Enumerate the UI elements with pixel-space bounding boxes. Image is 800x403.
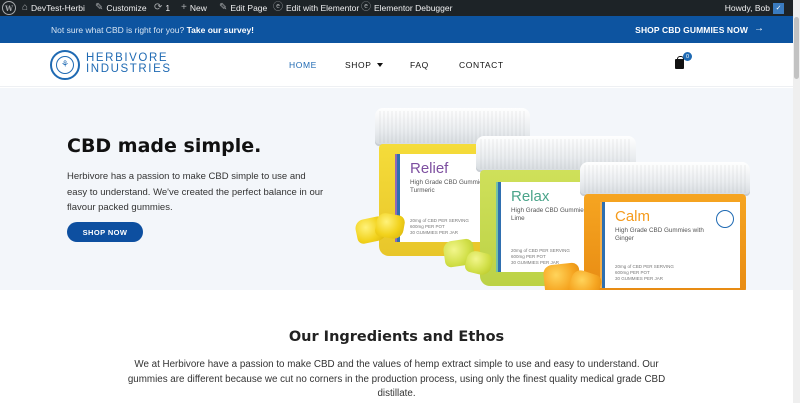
brush-icon: ✎ (95, 2, 104, 13)
shopping-bag-icon[interactable] (675, 56, 684, 69)
admin-edit-page[interactable]: ✎ Edit Page (219, 0, 267, 16)
shop-gummies-link[interactable]: SHOP CBD GUMMIES NOW (635, 25, 748, 35)
wordpress-logo-icon[interactable]: W (2, 1, 16, 15)
jar-name: Relax (511, 188, 550, 205)
updates-icon: ⟳ (154, 2, 163, 13)
announcement-text: Not sure what CBD is right for you? Take… (51, 25, 254, 35)
nav-shop-label: SHOP (345, 60, 372, 70)
leaf-icon: ⚘ (56, 56, 74, 74)
admin-edit-elementor[interactable]: ⓔ Edit with Elementor (273, 0, 359, 16)
elementor-icon: ⓔ (273, 2, 283, 13)
brand-line-2: INDUSTRIES (86, 63, 172, 75)
jar-fine-print: 20mg of CBD PER SERVING 600mg PER POT 30… (615, 264, 674, 281)
brand-logo-icon[interactable]: ⚘ (50, 50, 80, 80)
admin-debugger-label: Elementor Debugger (374, 3, 453, 13)
nav-home[interactable]: HOME (289, 60, 317, 70)
calm-jar-image: Calm High Grade CBD Gummies with Ginger … (580, 162, 750, 290)
wp-admin-bar: W ⌂ DevTest-Herbi ✎ Customize ⟳ 1 + New … (0, 0, 800, 16)
cart-count-badge: 0 (683, 52, 692, 61)
scrollbar-thumb[interactable] (794, 17, 799, 79)
admin-greeting: Howdy, Bob (724, 3, 770, 13)
brand-name[interactable]: HERBIVORE INDUSTRIES (86, 52, 172, 75)
admin-account[interactable]: Howdy, Bob ✓ (725, 0, 784, 16)
chevron-down-icon (376, 63, 383, 67)
admin-updates[interactable]: ⟳ 1 (154, 0, 170, 16)
nav-shop[interactable]: SHOP (345, 60, 383, 70)
admin-customize[interactable]: ✎ Customize (95, 0, 147, 16)
admin-new[interactable]: + New (181, 0, 207, 16)
jar-subtitle: High Grade CBD Gummies with Ginger (615, 227, 704, 242)
hero-section: CBD made simple. Herbivore has a passion… (0, 88, 793, 290)
site-header: ⚘ HERBIVORE INDUSTRIES HOME SHOP FAQ CON… (0, 43, 793, 87)
jar-lid (580, 162, 750, 196)
home-icon: ⌂ (22, 2, 29, 13)
nav-faq[interactable]: FAQ (410, 60, 429, 70)
section-description: We at Herbivore have a passion to make C… (127, 359, 666, 399)
admin-site-name-label: DevTest-Herbi (31, 3, 85, 13)
elementor-icon: ⓔ (361, 2, 371, 13)
hero-description: Herbivore has a passion to make CBD simp… (67, 171, 324, 213)
admin-updates-count: 1 (165, 3, 171, 13)
jar-name: Calm (615, 208, 651, 225)
jar-body: Calm High Grade CBD Gummies with Ginger … (584, 194, 746, 290)
admin-site-name[interactable]: ⌂ DevTest-Herbi (22, 0, 85, 16)
pencil-icon: ✎ (219, 2, 228, 13)
scrollbar[interactable] (793, 0, 800, 403)
hero-title: CBD made simple. (67, 135, 262, 157)
avatar: ✓ (773, 2, 784, 14)
shop-now-button[interactable]: SHOP NOW (67, 222, 143, 242)
admin-customize-label: Customize (106, 3, 147, 13)
plus-icon: + (181, 2, 187, 13)
brand-seal-icon (716, 210, 734, 228)
admin-edit-elementor-label: Edit with Elementor (286, 3, 360, 13)
nav-contact[interactable]: CONTACT (459, 60, 504, 70)
arrow-right-icon[interactable]: → (754, 23, 764, 34)
jar-fine-print: 20mg of CBD PER SERVING 600mg PER POT 30… (410, 218, 469, 235)
section-title: Our Ingredients and Ethos (288, 329, 505, 345)
jar-label: Calm High Grade CBD Gummies with Ginger … (602, 202, 740, 288)
admin-new-label: New (189, 3, 207, 13)
announcement-bar: Not sure what CBD is right for you? Take… (0, 16, 793, 43)
jar-name: Relief (410, 160, 449, 177)
admin-debugger[interactable]: ⓔ Elementor Debugger (361, 0, 452, 16)
survey-link[interactable]: Take our survey! (187, 25, 254, 35)
announcement-question: Not sure what CBD is right for you? (51, 25, 185, 35)
admin-edit-page-label: Edit Page (230, 3, 268, 13)
